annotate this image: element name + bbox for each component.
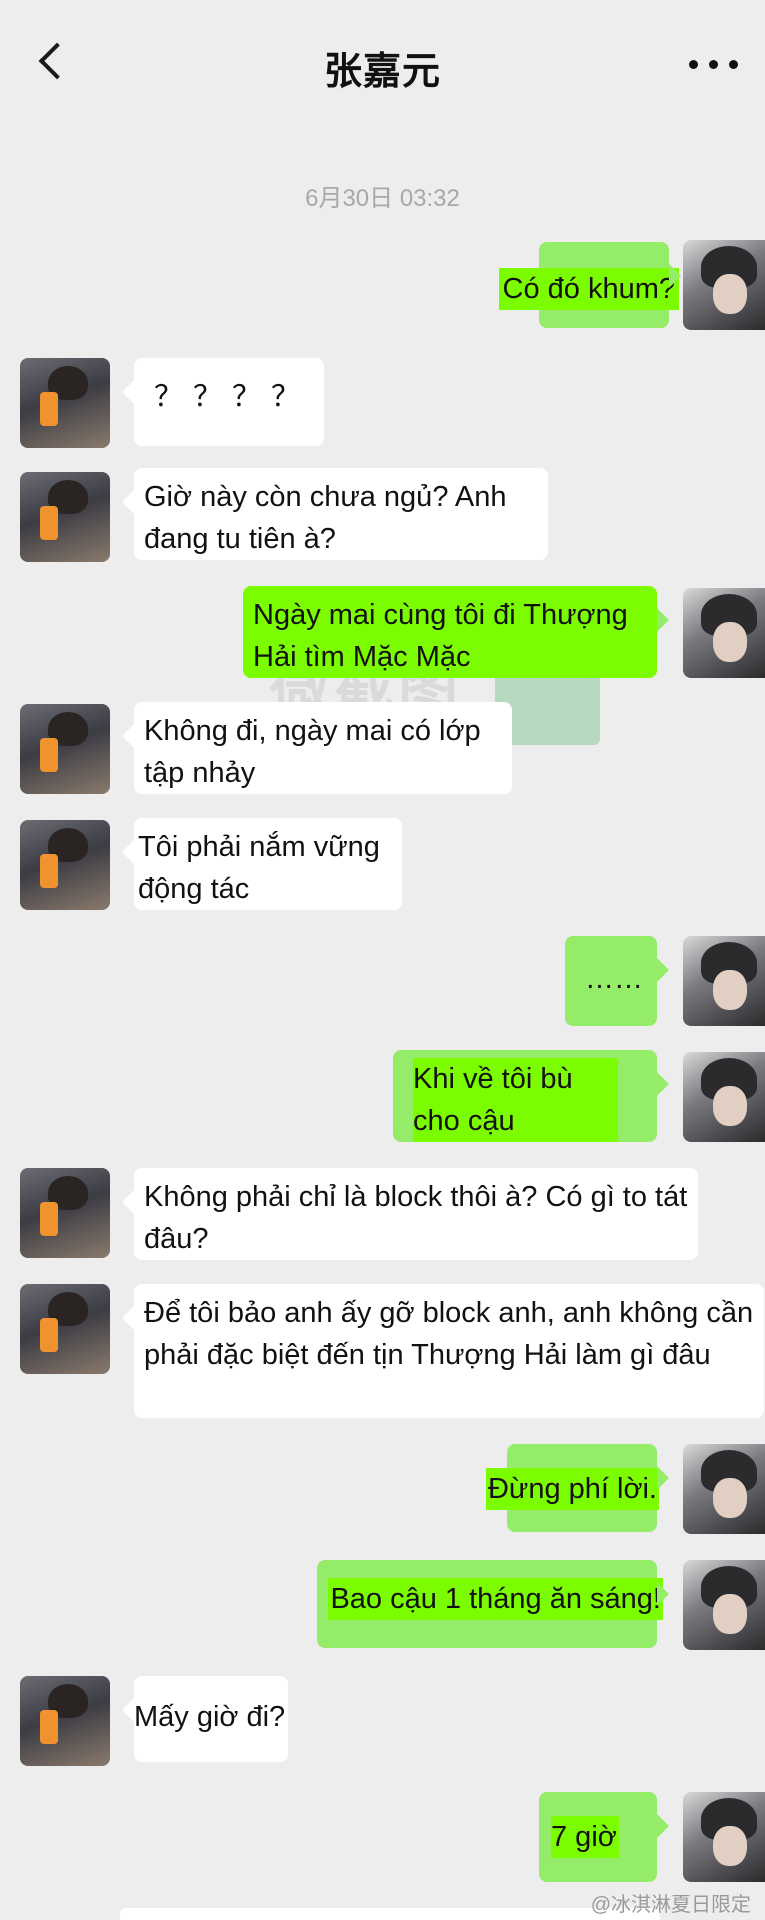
message-bubble-received[interactable]: Để tôi bảo anh ấy gỡ block anh, anh khôn…	[122, 1284, 764, 1418]
watermark-credit: @冰淇淋夏日限定	[590, 1894, 751, 1916]
message-bubble-received[interactable]: Giờ này còn chưa ngủ? Anh đang tu tiên à…	[122, 468, 548, 560]
contact-avatar[interactable]	[20, 820, 110, 910]
message-text: Ngày mai cùng tôi đi Thượng Hải tìm Mặc …	[253, 599, 628, 673]
contact-avatar[interactable]	[20, 358, 110, 448]
message-text: Giờ này còn chưa ngủ? Anh đang tu tiên à…	[144, 481, 507, 555]
message-text: Tôi phải nắm vững động tác	[138, 831, 380, 905]
message-bubble-sent[interactable]: Đừng phí lời.	[485, 1444, 669, 1532]
contact-avatar[interactable]	[20, 1284, 110, 1374]
self-avatar[interactable]	[683, 1792, 765, 1882]
message-bubble-received[interactable]: Tôi phải nắm vững động tác	[122, 818, 402, 910]
message-bubble-sent[interactable]: Bao cậu 1 tháng ăn sáng!	[317, 1560, 669, 1648]
chat-header: 张嘉元	[0, 0, 765, 120]
self-avatar[interactable]	[683, 1444, 765, 1534]
message-bubble-received[interactable]: ？？？？	[122, 358, 324, 446]
message-text: Mấy giờ đi?	[134, 1701, 286, 1733]
message-timestamp: 6月30日 03:32	[305, 185, 460, 212]
contact-avatar[interactable]	[20, 1168, 110, 1258]
partial-message-bubble	[120, 1908, 660, 1920]
contact-avatar[interactable]	[20, 1676, 110, 1766]
message-text: ……	[585, 963, 643, 995]
message-bubble-received[interactable]: Mấy giờ đi?	[122, 1676, 288, 1762]
self-avatar[interactable]	[683, 1560, 765, 1650]
message-text: Đừng phí lời.	[485, 1468, 659, 1510]
more-options-icon[interactable]	[685, 52, 745, 76]
message-bubble-sent[interactable]: 7 giờ	[539, 1792, 669, 1882]
self-avatar[interactable]	[683, 240, 765, 330]
self-avatar[interactable]	[683, 1052, 765, 1142]
message-text: Khi về tôi bù cho cậu	[413, 1058, 618, 1142]
message-text: ？？？？	[154, 381, 311, 413]
message-text: Không phải chỉ là block thôi à? Có gì to…	[144, 1181, 688, 1255]
message-text: 7 giờ	[551, 1816, 619, 1858]
message-bubble-sent[interactable]: Khi về tôi bù cho cậu	[393, 1050, 669, 1142]
contact-avatar[interactable]	[20, 472, 110, 562]
self-avatar[interactable]	[683, 588, 765, 678]
message-text: Có đó khum?	[498, 268, 679, 310]
message-bubble-received[interactable]: Không phải chỉ là block thôi à? Có gì to…	[122, 1168, 698, 1260]
contact-avatar[interactable]	[20, 704, 110, 794]
chat-title: 张嘉元	[323, 51, 441, 93]
self-avatar[interactable]	[683, 936, 765, 1026]
message-text: Không đi, ngày mai có lớp tập nhảy	[144, 715, 481, 789]
message-text: Để tôi bảo anh ấy gỡ block anh, anh khôn…	[144, 1297, 754, 1371]
message-bubble-sent[interactable]: Ngày mai cùng tôi đi Thượng Hải tìm Mặc …	[243, 586, 669, 678]
message-bubble-received[interactable]: Không đi, ngày mai có lớp tập nhảy	[122, 702, 512, 794]
message-bubble-sent[interactable]: Có đó khum?	[498, 242, 681, 328]
message-text: Bao cậu 1 tháng ăn sáng!	[328, 1578, 663, 1620]
message-bubble-sent[interactable]: ……	[565, 936, 669, 1026]
